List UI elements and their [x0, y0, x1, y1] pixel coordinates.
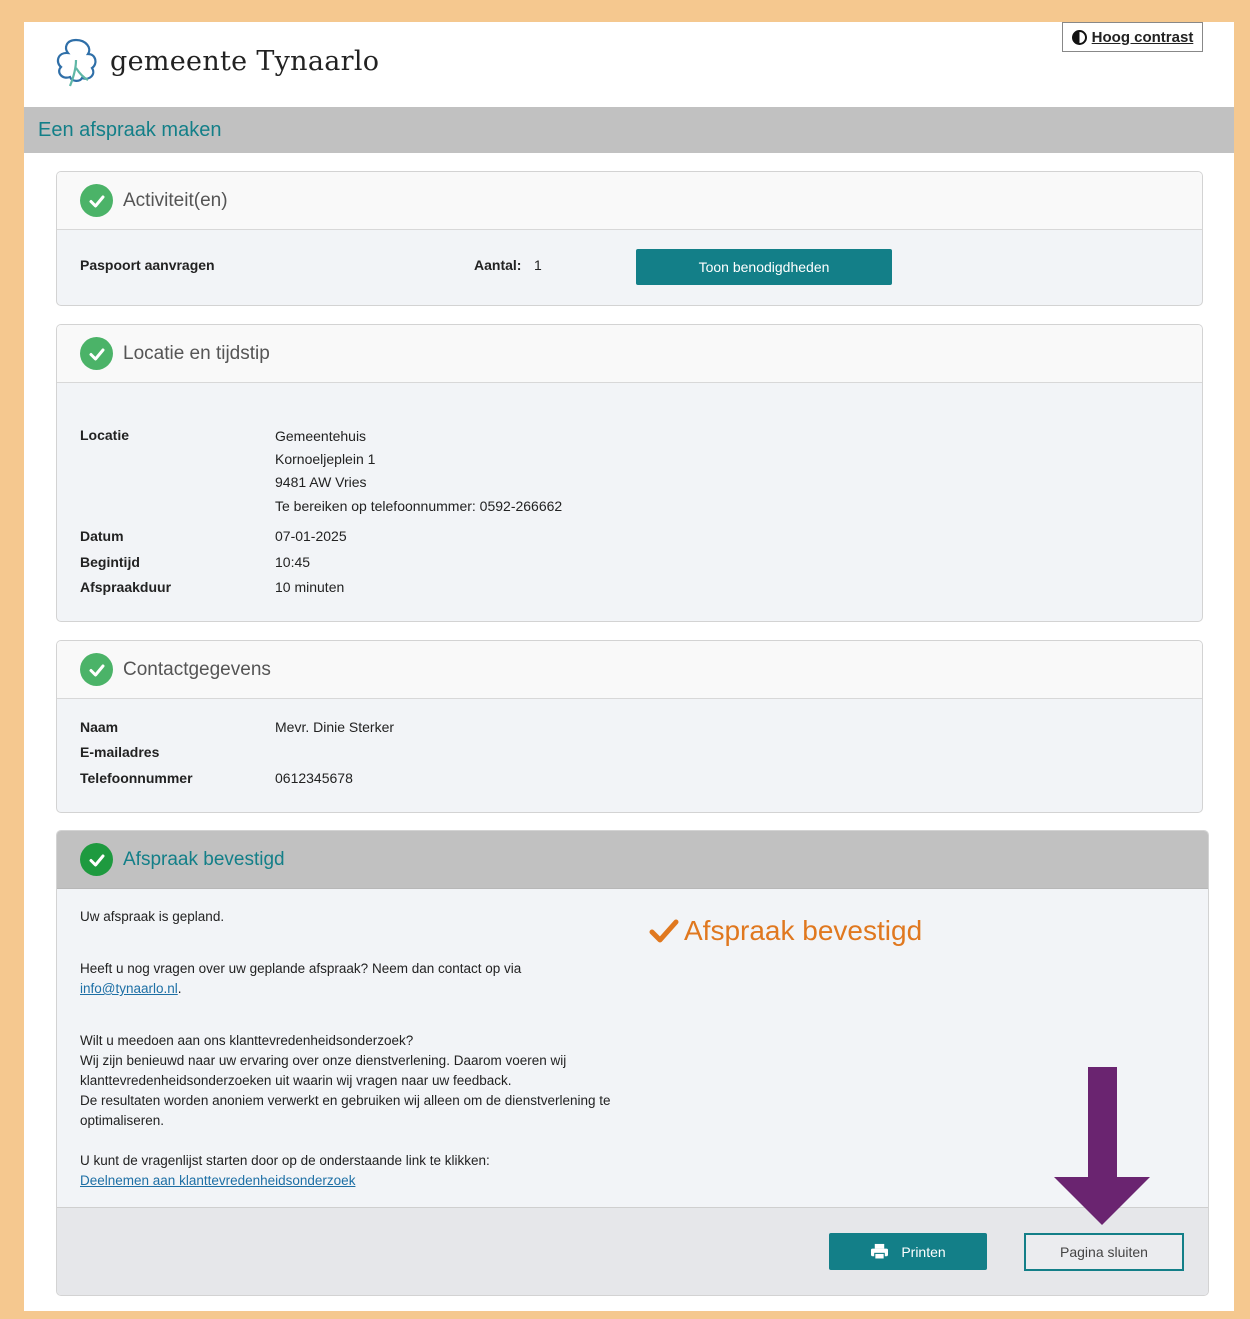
printer-icon	[871, 1243, 889, 1260]
location-title: Locatie en tijdstip	[123, 342, 270, 364]
locatie-line: Kornoeljeplein 1	[275, 451, 376, 467]
survey-question: Wilt u meedoen aan ons klanttevredenheid…	[80, 1033, 414, 1048]
email-label: E-mailadres	[80, 744, 160, 760]
check-circle-icon	[80, 653, 113, 686]
locatie-line: Gemeentehuis	[275, 428, 367, 444]
period: .	[177, 981, 182, 996]
activities-panel-header: Activiteit(en)	[57, 172, 1202, 230]
check-circle-icon	[80, 337, 113, 370]
high-contrast-label: Hoog contrast	[1091, 28, 1194, 46]
check-circle-icon	[80, 184, 113, 217]
contact-panel-header: Contactgegevens	[57, 641, 1202, 699]
location-panel-header: Locatie en tijdstip	[57, 325, 1202, 383]
page-title-bar: Een afspraak maken	[24, 107, 1234, 153]
begintijd-value: 10:45	[275, 554, 311, 570]
check-circle-icon	[80, 843, 113, 876]
page-frame: gemeente Tynaarlo Hoog contrast Een afsp…	[24, 22, 1234, 1311]
contact-panel-body: Naam Mevr. Dinie Sterker E-mailadres Tel…	[57, 699, 1202, 812]
activities-panel-body: Paspoort aanvragen Aantal: 1 Toon benodi…	[57, 230, 1202, 305]
duur-label: Afspraakduur	[80, 579, 172, 595]
telefoon-value: 0612345678	[275, 770, 353, 786]
page-title: Een afspraak maken	[38, 118, 222, 141]
confirmation-panel-body: Uw afspraak is gepland. Afspraak bevesti…	[57, 889, 1208, 1295]
contact-title: Contactgegevens	[123, 658, 271, 680]
checkmark-icon	[649, 919, 679, 943]
begintijd-label: Begintijd	[80, 554, 140, 570]
survey-text: Wilt u meedoen aan ons klanttevredenheid…	[80, 1031, 611, 1131]
contact-panel: Contactgegevens Naam Mevr. Dinie Sterker…	[56, 640, 1203, 813]
down-arrow-icon	[1054, 1067, 1150, 1225]
show-requirements-button[interactable]: Toon benodigdheden	[636, 249, 892, 285]
amount-label: Aantal:	[474, 257, 522, 273]
email-link[interactable]: info@tynaarlo.nl	[80, 981, 178, 996]
activity-name: Paspoort aanvragen	[80, 257, 215, 273]
survey-line: klanttevredenheidsonderzoeken uit waarin…	[80, 1073, 512, 1088]
survey-line: Wij zijn benieuwd naar uw ervaring over …	[80, 1053, 567, 1068]
logo-text: gemeente Tynaarlo	[110, 45, 380, 77]
locatie-line: Te bereiken op telefoonnummer: 0592-2666…	[275, 498, 563, 514]
high-contrast-button[interactable]: Hoog contrast	[1062, 22, 1203, 52]
survey-line: optimaliseren.	[80, 1113, 165, 1128]
duur-value: 10 minuten	[275, 579, 345, 595]
contrast-icon	[1071, 29, 1087, 45]
questions-line: Heeft u nog vragen over uw geplande afsp…	[80, 961, 522, 976]
datum-label: Datum	[80, 528, 124, 544]
activities-title: Activiteit(en)	[123, 189, 228, 211]
confirmed-banner-text: Afspraak bevestigd	[684, 915, 923, 946]
survey-line: De resultaten worden anoniem verwerkt en…	[80, 1093, 611, 1108]
confirmation-title: Afspraak bevestigd	[123, 848, 285, 870]
print-button-label: Printen	[901, 1243, 946, 1260]
confirmation-panel-header: Afspraak bevestigd	[57, 831, 1208, 889]
confirmation-panel: Afspraak bevestigd Uw afspraak is geplan…	[56, 830, 1209, 1296]
confirmed-banner: Afspraak bevestigd	[649, 915, 922, 947]
survey-start-line: U kunt de vragenlijst starten door op de…	[80, 1153, 490, 1168]
naam-label: Naam	[80, 719, 119, 735]
amount-value: 1	[534, 257, 542, 273]
tree-logo-icon	[56, 38, 97, 87]
survey-start-text: U kunt de vragenlijst starten door op de…	[80, 1151, 490, 1191]
close-page-button[interactable]: Pagina sluiten	[1024, 1233, 1184, 1271]
location-panel-body: Locatie Gemeentehuis Kornoeljeplein 1 94…	[57, 383, 1202, 621]
print-button[interactable]: Printen	[829, 1233, 987, 1270]
municipality-logo[interactable]: gemeente Tynaarlo	[52, 34, 379, 88]
confirmation-footer: Printen Pagina sluiten	[57, 1207, 1208, 1295]
location-panel: Locatie en tijdstip Locatie Gemeentehuis…	[56, 324, 1203, 622]
locatie-line: 9481 AW Vries	[275, 474, 367, 490]
datum-value: 07-01-2025	[275, 528, 347, 544]
naam-value: Mevr. Dinie Sterker	[275, 719, 395, 735]
planned-text: Uw afspraak is gepland.	[80, 909, 225, 924]
telefoon-label: Telefoonnummer	[80, 770, 193, 786]
activities-panel: Activiteit(en) Paspoort aanvragen Aantal…	[56, 171, 1203, 306]
locatie-label: Locatie	[80, 427, 130, 443]
questions-text: Heeft u nog vragen over uw geplande afsp…	[80, 959, 521, 999]
survey-link[interactable]: Deelnemen aan klanttevredenheidsonderzoe…	[80, 1171, 490, 1191]
